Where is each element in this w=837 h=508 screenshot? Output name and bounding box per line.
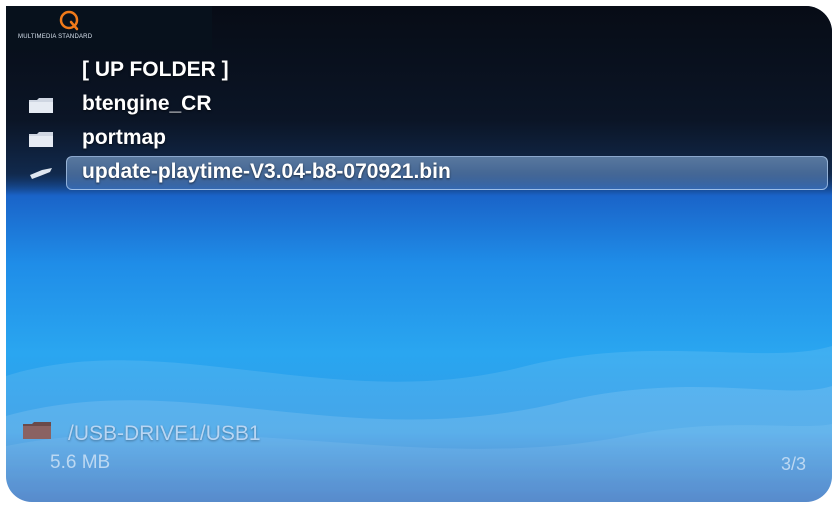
list-item-portmap[interactable]: portmap xyxy=(6,122,832,156)
background-wave xyxy=(6,346,832,502)
list-item-update-bin[interactable]: update-playtime-V3.04-b8-070921.bin xyxy=(6,156,832,190)
list-item-label: portmap xyxy=(82,126,166,149)
current-path: /USB-DRIVE1/USB1 xyxy=(68,422,261,445)
list-item-label: btengine_CR xyxy=(82,92,212,115)
media-player-screen: [ UP FOLDER ] btengine_CR portmap update… xyxy=(6,6,832,502)
brand-logo: MULTIMEDIA STANDARD xyxy=(6,6,212,50)
logo-text: MULTIMEDIA STANDARD xyxy=(18,34,93,40)
folder-icon xyxy=(29,98,53,113)
folder-icon xyxy=(29,132,53,147)
list-item-label: update-playtime-V3.04-b8-070921.bin xyxy=(82,160,451,183)
folder-icon xyxy=(23,422,51,439)
list-item-up-folder[interactable]: [ UP FOLDER ] xyxy=(6,54,832,88)
file-size: 5.6 MB xyxy=(50,452,111,473)
q-logo-icon xyxy=(59,10,79,31)
file-pointer-icon xyxy=(30,168,52,179)
list-item-btengine[interactable]: btengine_CR xyxy=(6,88,832,122)
page-indicator: 3/3 xyxy=(780,454,806,474)
list-item-label: [ UP FOLDER ] xyxy=(82,58,229,81)
